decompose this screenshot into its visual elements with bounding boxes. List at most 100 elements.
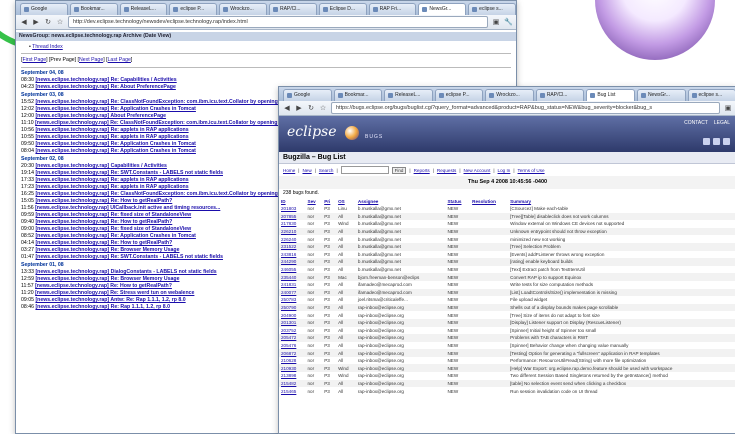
browser-tab[interactable]: NewsGr... <box>637 89 686 101</box>
contact-link[interactable]: CONTACT <box>684 120 708 126</box>
quick-search-input[interactable] <box>341 166 389 174</box>
message-link[interactable]: [news.eclipse.technology.rap] Re: Applic… <box>35 141 195 147</box>
bug-id-link[interactable]: 203752 <box>279 327 306 335</box>
message-link[interactable]: [news.eclipse.technology.rap] Capabiliti… <box>35 163 166 169</box>
table-row[interactable]: 243816norP3Allb.muskalla@gmx.netNEW[Even… <box>279 251 735 259</box>
message-link[interactable]: [news.eclipse.technology.rap] Re: How to… <box>35 240 172 246</box>
bug-id-link[interactable]: 226240 <box>279 235 306 243</box>
bug-id-link[interactable]: 250783 <box>279 296 306 304</box>
bug-id-link[interactable]: 205476 <box>279 342 306 350</box>
message-link[interactable]: [news.eclipse.technology.rap] Re: How to… <box>35 283 172 289</box>
message-link[interactable]: [news.eclipse.technology.rap] Re: Browse… <box>35 247 179 253</box>
page-menu-icon[interactable]: ▣ <box>492 18 500 26</box>
bug-id-link[interactable]: 243816 <box>279 251 306 259</box>
table-row[interactable]: 235440norP3Macbjorn.freeman-benson@eclip… <box>279 273 735 281</box>
message-link[interactable]: [news.eclipse.technology.rap] Re: Capabi… <box>35 77 176 83</box>
browser-tab[interactable]: eclipse s... <box>688 89 735 101</box>
table-row[interactable]: 203752norP3Allrap-inbox@eclipse.orgNEW[S… <box>279 327 735 335</box>
bug-id-link[interactable]: 241831 <box>279 281 306 289</box>
table-row[interactable]: 206872norP3Allrap-inbox@eclipse.orgNEW[T… <box>279 349 735 357</box>
table-row[interactable]: 204900norP3Allrap-inbox@eclipse.orgNEW[T… <box>279 311 735 319</box>
column-header[interactable]: Status <box>445 197 470 205</box>
table-row[interactable]: 207855norP3Allb.muskalla@gmx.netNEW[Tree… <box>279 213 735 221</box>
browser-tab[interactable]: eclipse P... <box>435 89 484 101</box>
table-row[interactable]: 215465norP3Allrap-inbox@eclipse.orgNEWRu… <box>279 387 735 395</box>
column-header[interactable]: Summary <box>508 197 735 205</box>
wrench-icon[interactable]: 🔧 <box>504 18 512 26</box>
bug-id-link[interactable]: 210628 <box>279 357 306 365</box>
message-link[interactable]: [news.eclipse.technology.rap] Re: Applic… <box>35 106 195 112</box>
browser-tab[interactable]: eclipse P... <box>169 3 217 15</box>
bug-id-link[interactable]: 201301 <box>279 319 306 327</box>
table-row[interactable]: 226240norP3Allb.muskalla@gmx.netNEWminim… <box>279 235 735 243</box>
address-bar[interactable]: http://dev.eclipse.technology/newsdev/ec… <box>68 16 488 28</box>
table-row[interactable]: 210930norP3Windrap-inbox@eclipse.orgNEW[… <box>279 364 735 372</box>
message-link[interactable]: [news.eclipse.technology.rap] Re: Browse… <box>35 276 179 282</box>
browser-tab[interactable]: RAP/Cl... <box>536 89 585 101</box>
table-row[interactable]: 213898norP3Windrap-inbox@eclipse.orgNEWT… <box>279 372 735 380</box>
reload-icon[interactable]: ↻ <box>307 104 315 112</box>
back-icon[interactable]: ◀ <box>283 104 291 112</box>
bug-id-link[interactable]: 235440 <box>279 273 306 281</box>
message-link[interactable]: [news.eclipse.technology.rap] Re: Applic… <box>35 233 195 239</box>
last-page-link[interactable]: Last Page <box>108 57 131 63</box>
column-header[interactable]: ID <box>279 197 306 205</box>
bug-id-link[interactable]: 226210 <box>279 228 306 236</box>
column-header[interactable]: Resolution <box>470 197 508 205</box>
bug-id-link[interactable]: 207855 <box>279 213 306 221</box>
column-header[interactable]: Sev <box>306 197 323 205</box>
table-row[interactable]: 226210norP3Allb.muskalla@gmx.netNEWUnkno… <box>279 228 735 236</box>
message-link[interactable]: [news.eclipse.technology.rap] Re: fixed … <box>35 226 191 232</box>
message-link[interactable]: [news.eclipse.technology.rap] Re: applet… <box>35 134 188 140</box>
table-row[interactable]: 231522norP3Allb.muskalla@gmx.netNEW[Tree… <box>279 243 735 251</box>
browser-tab[interactable]: Wrockzo... <box>485 89 534 101</box>
table-row[interactable]: 240077norP3Allifamadeo@mecaprod.comNEW[L… <box>279 289 735 297</box>
search-link[interactable]: Search <box>319 168 334 173</box>
bug-id-link[interactable]: 240077 <box>279 289 306 297</box>
table-row[interactable]: 241831norP3Allifamadeo@mecaprod.comNEWWr… <box>279 281 735 289</box>
browser-tab[interactable]: eclipse s... <box>468 3 516 15</box>
forward-icon[interactable]: ▶ <box>295 104 303 112</box>
bug-id-link[interactable]: 204900 <box>279 311 306 319</box>
message-link[interactable]: [news.eclipse.technology.rap] Re: applet… <box>35 127 188 133</box>
browser-tab[interactable]: Bug List <box>586 89 635 101</box>
browser-tab[interactable]: RAP Fri... <box>369 3 417 15</box>
message-link[interactable]: [news.eclipse.technology.rap] Re: ClassN… <box>35 99 289 105</box>
legal-link[interactable]: LEGAL <box>714 120 730 126</box>
browser-tab[interactable]: ReleaseL... <box>120 3 168 15</box>
page-menu-icon[interactable]: ▣ <box>724 104 732 112</box>
message-link[interactable]: [news.eclipse.technology.rap] About Pref… <box>35 113 166 119</box>
browser-tab[interactable]: Bookmar... <box>334 89 383 101</box>
table-row[interactable]: 246055norP3Allb.muskalla@gmx.netNEW[Text… <box>279 266 735 274</box>
requests-link[interactable]: Requests <box>437 168 456 173</box>
message-link[interactable]: [news.eclipse.technology.rap] Re: How to… <box>35 219 172 225</box>
column-header[interactable]: Pri <box>322 197 336 205</box>
message-link[interactable]: [news.eclipse.technology.rap] Re: SWT.Co… <box>35 254 223 260</box>
browser-tab[interactable]: Bookmar... <box>70 3 118 15</box>
bug-id-link[interactable]: 213898 <box>279 372 306 380</box>
message-link[interactable]: [news.eclipse.technology.rap] Re: Stress… <box>35 290 194 296</box>
message-link[interactable]: [news.eclipse.technology.rap] Re: Applic… <box>35 148 195 154</box>
table-row[interactable]: 201803norP3Linub.muskalla@gmx.netNEW[CSo… <box>279 205 735 213</box>
home-icon[interactable] <box>703 138 710 145</box>
new-account-link[interactable]: New Account <box>464 168 491 173</box>
star-icon[interactable]: ☆ <box>319 104 327 112</box>
thread-index-link[interactable]: Thread Index <box>32 44 63 50</box>
message-link[interactable]: [news.eclipse.technology.rap] Re: SWT.Co… <box>35 170 223 176</box>
new-link[interactable]: New <box>302 168 311 173</box>
browser-tab[interactable]: NewsGr... <box>418 3 466 15</box>
browser-tab[interactable]: Eclipse D... <box>319 3 367 15</box>
bug-id-link[interactable]: 206872 <box>279 349 306 357</box>
address-bar[interactable]: https://bugs.eclipse.org/bugs/buglist.cg… <box>331 102 720 114</box>
forward-icon[interactable]: ▶ <box>32 18 40 26</box>
table-row[interactable]: 250790norP3Allrap-inbox@eclipse.orgNEWSh… <box>279 304 735 312</box>
find-button[interactable]: Find <box>392 167 407 174</box>
back-icon[interactable]: ◀ <box>20 18 28 26</box>
table-row[interactable]: 215482norP3Allrap-inbox@eclipse.orgNEW[t… <box>279 380 735 388</box>
browser-tab[interactable]: ReleaseL... <box>384 89 433 101</box>
table-row[interactable]: 244290norP3Allb.muskalla@gmx.netNEW[rati… <box>279 258 735 266</box>
star-icon[interactable]: ☆ <box>56 18 64 26</box>
table-row[interactable]: 210628norP3Allrap-inbox@eclipse.orgNEWPe… <box>279 357 735 365</box>
bug-id-link[interactable]: 246055 <box>279 266 306 274</box>
bug-id-link[interactable]: 231522 <box>279 243 306 251</box>
